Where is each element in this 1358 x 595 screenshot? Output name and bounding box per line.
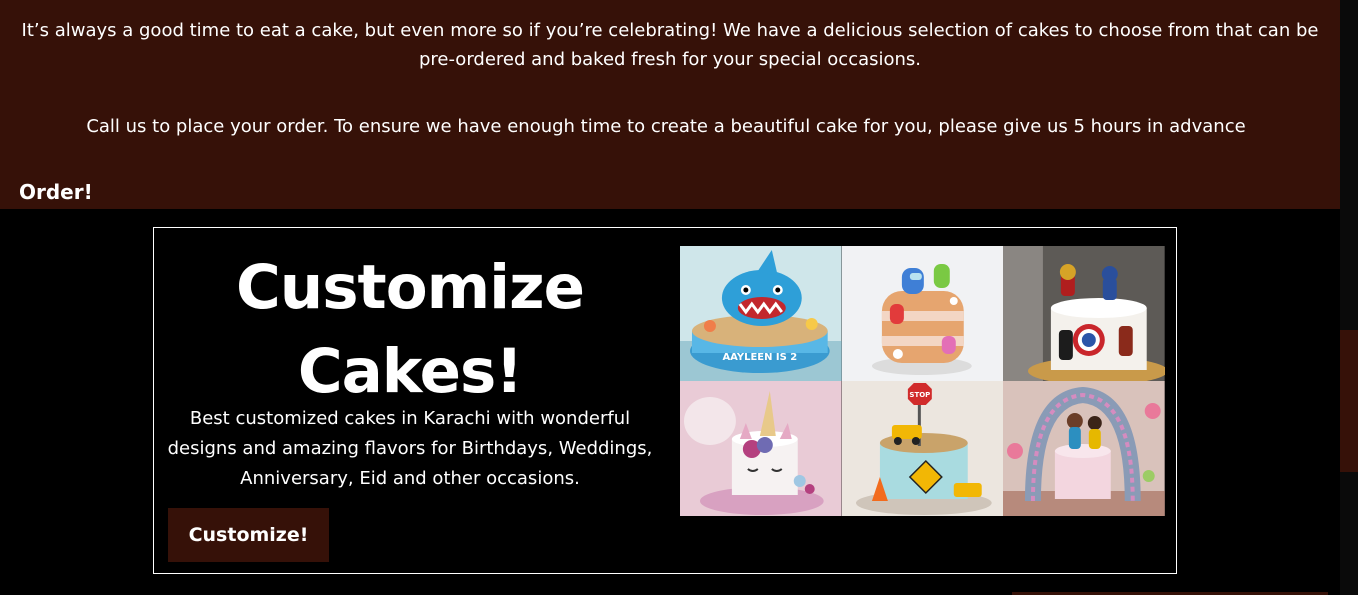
intro-section: It’s always a good time to eat a cake, b… [0, 0, 1340, 209]
superhero-cake-image [1003, 246, 1165, 381]
customize-description: Best customized cakes in Karachi with wo… [167, 408, 653, 489]
princess-cake-image [1003, 381, 1165, 516]
customize-button[interactable]: Customize! [168, 508, 329, 562]
shark-cake-plaque: AAYLEEN IS 2 [722, 352, 797, 363]
cake-gallery: AAYLEEN IS 2 STOP [680, 246, 1165, 516]
customize-cakes-card: Customize Cakes! Best customized cakes i… [153, 227, 1177, 574]
order-button[interactable]: Order! [19, 180, 93, 204]
intro-paragraph: It’s always a good time to eat a cake, b… [21, 20, 1319, 70]
unicorn-cake-image [680, 381, 842, 516]
scrollbar-thumb[interactable] [1340, 330, 1358, 472]
construction-cake-image: STOP [841, 381, 1004, 516]
call-to-order-text: Call us to place your order. To ensure w… [86, 116, 1246, 137]
customize-title: Customize Cakes! [236, 252, 585, 407]
stop-sign-label: STOP [909, 391, 930, 399]
shark-cake-image: AAYLEEN IS 2 [680, 246, 842, 381]
among-us-cake-image [841, 246, 1004, 381]
scrollbar-track[interactable] [1340, 0, 1358, 595]
